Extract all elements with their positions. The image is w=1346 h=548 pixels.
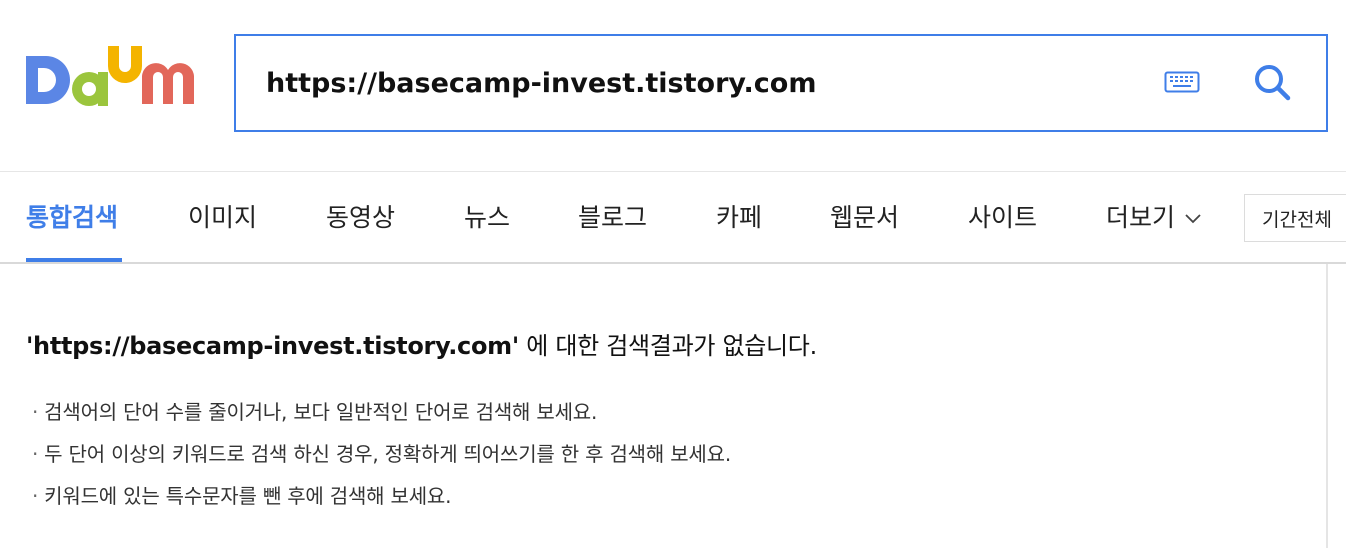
- search-icon[interactable]: [1252, 62, 1292, 102]
- tab-blog[interactable]: 블로그: [578, 198, 647, 234]
- tab-more-label: 더보기: [1106, 203, 1176, 232]
- chevron-down-icon: [1185, 214, 1201, 224]
- tab-web-documents[interactable]: 웹문서: [830, 198, 899, 234]
- tab-cafe[interactable]: 카페: [716, 198, 762, 234]
- search-tips: · 검색어의 단어 수를 줄이거나, 보다 일반적인 단어로 검색해 보세요. ·…: [32, 396, 731, 522]
- tip-text: 키워드에 있는 특수문자를 뺀 후에 검색해 보세요.: [44, 484, 452, 508]
- tip-item: · 두 단어 이상의 키워드로 검색 하신 경우, 정확하게 띄어쓰기를 한 후 …: [32, 442, 731, 466]
- tip-item: · 검색어의 단어 수를 줄이거나, 보다 일반적인 단어로 검색해 보세요.: [32, 400, 598, 424]
- tip-text: 검색어의 단어 수를 줄이거나, 보다 일반적인 단어로 검색해 보세요.: [44, 400, 598, 424]
- tab-all[interactable]: 통합검색: [26, 198, 118, 234]
- active-tab-indicator: [26, 258, 122, 262]
- header: [0, 0, 1346, 172]
- no-result-text: 에 대한 검색결과가 없습니다.: [518, 332, 817, 360]
- no-result-query: 'https://basecamp-invest.tistory.com': [26, 332, 519, 360]
- divider: [1326, 264, 1328, 548]
- tip-item: · 키워드에 있는 특수문자를 뺀 후에 검색해 보세요.: [32, 484, 452, 508]
- daum-logo[interactable]: [26, 44, 196, 120]
- tab-more[interactable]: 더보기: [1106, 198, 1201, 234]
- tab-videos[interactable]: 동영상: [326, 198, 395, 234]
- period-filter-button[interactable]: 기간전체: [1244, 194, 1346, 242]
- no-result-message: 'https://basecamp-invest.tistory.com' 에 …: [26, 326, 817, 361]
- search-box: [234, 34, 1328, 132]
- keyboard-icon[interactable]: [1164, 68, 1200, 96]
- search-tabs: 통합검색 이미지 동영상 뉴스 블로그 카페 웹문서 사이트 더보기 기간전체: [0, 172, 1346, 264]
- tip-text: 두 단어 이상의 키워드로 검색 하신 경우, 정확하게 띄어쓰기를 한 후 검…: [44, 442, 731, 466]
- tab-sites[interactable]: 사이트: [968, 198, 1037, 234]
- search-input[interactable]: [266, 58, 1126, 108]
- tab-images[interactable]: 이미지: [188, 198, 257, 234]
- tab-news[interactable]: 뉴스: [464, 198, 510, 234]
